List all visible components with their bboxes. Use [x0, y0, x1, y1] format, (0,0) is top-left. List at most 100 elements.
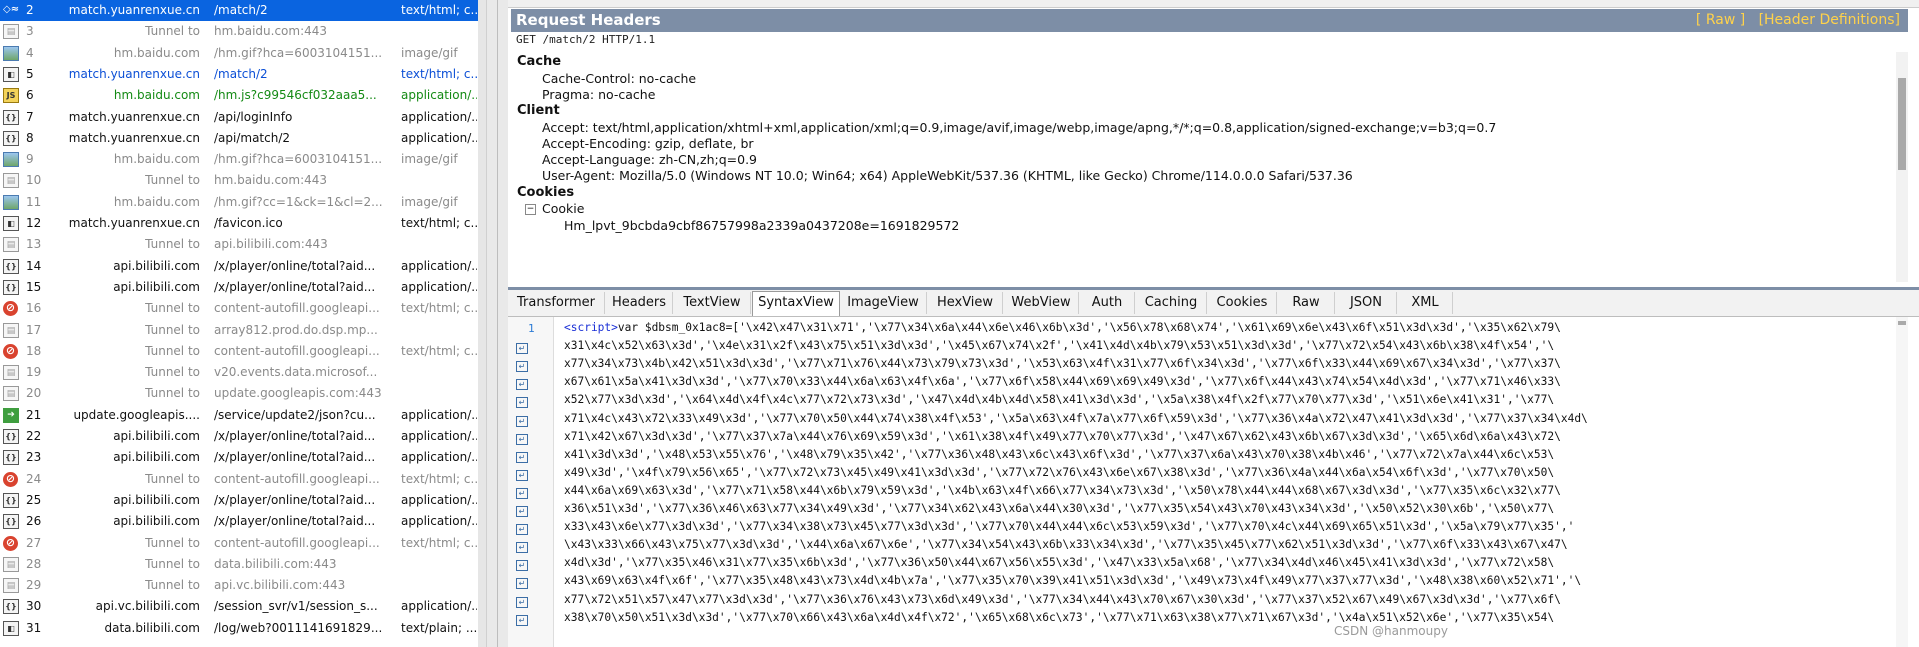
- session-row[interactable]: 11 hm.baidu.com/hm.gif?cc=1&ck=1&cl=2... i…: [0, 192, 478, 213]
- session-row[interactable]: {} 8 match.yuanrenxue.cn/api/match/2 applic…: [0, 128, 478, 149]
- tab-caching[interactable]: Caching: [1136, 292, 1207, 314]
- line-number: 1: [528, 322, 535, 335]
- scrollbar-thumb[interactable]: [1898, 78, 1906, 170]
- session-row[interactable]: ▤ 29 Tunnel to api.vc.bilibili.com:443: [0, 575, 478, 596]
- session-row[interactable]: {} 23 api.bilibili.com/x/player/online/tot…: [0, 447, 478, 468]
- header-user-agent[interactable]: User-Agent: Mozilla/5.0 (Windows NT 10.0…: [542, 168, 1353, 183]
- blocked-icon: ⊘: [3, 535, 18, 551]
- syntax-view[interactable]: 1 ↵ ↵ ↵ ↵ ↵ ↵ ↵ ↵ ↵ ↵ ↵ ↵ ↵ ↵ ↵ ↵ <script>var $dbsm_0x1…: [508, 317, 1919, 647]
- code-text: x41\x3d\x3d','\x48\x53\x55\x76','\x48\x7…: [564, 447, 1555, 461]
- session-row[interactable]: ▤ 13 Tunnel to api.bilibili.com:443: [0, 234, 478, 255]
- tab-syntaxview[interactable]: SyntaxView: [752, 291, 840, 316]
- session-list[interactable]: ◇≈ 2 match.yuanrenxue.cn/match/2 text/html;…: [0, 0, 486, 647]
- tab-webview[interactable]: WebView: [1004, 292, 1079, 314]
- collapse-toggle-icon[interactable]: −: [525, 204, 536, 215]
- code-text: x36\x51\x3d','\x77\x36\x46\x63\x77\x34\x…: [564, 502, 1555, 515]
- code-scrollbar-thumb[interactable]: [1898, 321, 1906, 325]
- session-type: text/html; c...: [401, 216, 477, 230]
- session-row[interactable]: {} 15 api.bilibili.com/x/player/online/tot…: [0, 277, 478, 298]
- cookie-value[interactable]: Hm_lpvt_9bcbda9cbf86757998a2339a0437208e…: [564, 218, 959, 233]
- session-row[interactable]: ▤ 20 Tunnel to update.googleapis.com:443: [0, 383, 478, 404]
- session-row[interactable]: ▤ 28 Tunnel to data.bilibili.com:443: [0, 554, 478, 575]
- tab-transformer[interactable]: Transformer: [508, 292, 605, 314]
- tab-raw[interactable]: Raw: [1278, 292, 1335, 314]
- session-host: Tunnel to: [145, 322, 200, 337]
- headers-scrollbar[interactable]: [1896, 52, 1908, 282]
- session-row[interactable]: ◧ 31 data.bilibili.com/log/web?00111416918…: [0, 618, 478, 639]
- header-cache-control[interactable]: Cache-Control: no-cache: [542, 71, 696, 86]
- session-host: match.yuanrenxue.cn: [68, 66, 200, 81]
- session-host: api.bilibili.com: [113, 450, 200, 465]
- session-row[interactable]: {} 26 api.bilibili.com/x/player/online/tot…: [0, 511, 478, 532]
- tab-cookies[interactable]: Cookies: [1208, 292, 1277, 314]
- session-row[interactable]: {} 30 api.vc.bilibili.com/session_svr/v1/s…: [0, 596, 478, 617]
- code-scrollbar[interactable]: [1896, 317, 1908, 647]
- session-row[interactable]: 9 hm.baidu.com/hm.gif?hca=6003104151... im…: [0, 149, 478, 170]
- watermark: CSDN @hanmoupy: [1334, 624, 1448, 638]
- session-row[interactable]: {} 14 api.bilibili.com/x/player/online/tot…: [0, 256, 478, 277]
- session-host: api.bilibili.com: [113, 492, 200, 507]
- session-url: /x/player/online/total?aid...: [214, 450, 376, 465]
- session-host: Tunnel to: [145, 386, 200, 401]
- session-row[interactable]: ▤ 17 Tunnel to array812.prod.do.dsp.mp...: [0, 320, 478, 341]
- code-line: x49\x3d','\x4f\x79\x56\x65','\x77\x72\x7…: [564, 466, 1554, 479]
- session-row[interactable]: ⊘ 24 Tunnel to content-autofill.googleapi..…: [0, 469, 478, 490]
- group-cache[interactable]: Cache: [517, 54, 561, 69]
- session-row[interactable]: {} 22 api.bilibili.com/x/player/online/tot…: [0, 426, 478, 447]
- code-text: x71\x4c\x43\x72\x33\x49\x3d','\x77\x70\x…: [564, 411, 1588, 425]
- arrow-icon: ➔: [3, 407, 19, 423]
- word-wrap-icon: ↵: [516, 614, 528, 626]
- session-host: match.yuanrenxue.cn: [68, 109, 200, 124]
- session-row[interactable]: ◧ 5 match.yuanrenxue.cn/match/2 text/html; …: [0, 64, 478, 85]
- inspector-pane: Request Headers [ Raw ] [Header Definiti…: [508, 0, 1919, 647]
- json-icon: {}: [3, 492, 19, 508]
- json-icon: {}: [3, 599, 19, 615]
- pane-splitter[interactable]: [486, 0, 509, 647]
- session-url: content-autofill.googleapi...: [214, 301, 380, 316]
- session-list-scrollbar[interactable]: [478, 0, 486, 647]
- header-definitions-link[interactable]: [Header Definitions]: [1759, 12, 1900, 28]
- header-pragma[interactable]: Pragma: no-cache: [542, 87, 655, 102]
- session-row[interactable]: 4 hm.baidu.com/hm.gif?hca=6003104151... im…: [0, 43, 478, 64]
- session-url: /x/player/online/total?aid...: [214, 514, 376, 529]
- session-host: Tunnel to: [145, 535, 200, 550]
- word-wrap-icon: ↵: [516, 397, 528, 409]
- tab-imageview[interactable]: ImageView: [840, 292, 927, 314]
- code-text: x44\x6a\x69\x63\x3d','\x77\x71\x58\x44\x…: [564, 483, 1561, 497]
- session-row[interactable]: ◇≈ 2 match.yuanrenxue.cn/match/2 text/html;…: [0, 0, 478, 21]
- session-row[interactable]: ➔ 21 update.googleapis..../service/update2…: [0, 405, 478, 426]
- session-row[interactable]: ▤ 3 Tunnel to hm.baidu.com:443: [0, 21, 478, 42]
- session-url: content-autofill.googleapi...: [214, 535, 380, 550]
- cookie-node[interactable]: − Cookie: [525, 201, 584, 216]
- header-accept[interactable]: Accept: text/html,application/xhtml+xml,…: [542, 120, 1496, 135]
- session-row[interactable]: {} 25 api.bilibili.com/x/player/online/tot…: [0, 490, 478, 511]
- session-host: match.yuanrenxue.cn: [68, 130, 200, 145]
- group-client[interactable]: Client: [517, 103, 560, 118]
- session-host: Tunnel to: [145, 365, 200, 380]
- tab-json[interactable]: JSON: [1336, 292, 1397, 314]
- session-row[interactable]: ⊘ 16 Tunnel to content-autofill.googleapi..…: [0, 298, 478, 319]
- splitter-line: [497, 0, 498, 647]
- header-accept-encoding[interactable]: Accept-Encoding: gzip, deflate, br: [542, 136, 754, 151]
- session-row[interactable]: ▤ 10 Tunnel to hm.baidu.com:443: [0, 170, 478, 191]
- tab-auth[interactable]: Auth: [1080, 292, 1135, 314]
- raw-link[interactable]: [ Raw ]: [1696, 12, 1745, 28]
- tab-textview[interactable]: TextView: [674, 292, 751, 314]
- session-row[interactable]: {} 7 match.yuanrenxue.cn/api/loginInfo appl…: [0, 107, 478, 128]
- tab-xml[interactable]: XML: [1398, 292, 1453, 314]
- session-url: /x/player/online/total?aid...: [214, 258, 376, 273]
- session-url: /session_svr/v1/session_s...: [214, 599, 378, 614]
- session-type: application/...: [401, 279, 477, 294]
- session-row[interactable]: JS 6 hm.baidu.com/hm.js?c99546cf032aaa5...…: [0, 85, 478, 106]
- tab-headers[interactable]: Headers: [606, 292, 673, 314]
- header-accept-language[interactable]: Accept-Language: zh-CN,zh;q=0.9: [542, 152, 757, 167]
- group-cookies[interactable]: Cookies: [517, 185, 574, 200]
- session-row[interactable]: ▤ 19 Tunnel to v20.events.data.microsof...: [0, 362, 478, 383]
- tab-hexview[interactable]: HexView: [928, 292, 1003, 314]
- word-wrap-icon: ↵: [516, 415, 528, 427]
- session-url: array812.prod.do.dsp.mp...: [214, 322, 378, 337]
- session-row[interactable]: ◧ 12 match.yuanrenxue.cn/favicon.ico text/h…: [0, 213, 478, 234]
- session-row[interactable]: ⊘ 18 Tunnel to content-autofill.googleapi..…: [0, 341, 478, 362]
- session-row[interactable]: ⊘ 27 Tunnel to content-autofill.googleapi..…: [0, 533, 478, 554]
- word-wrap-icon: ↵: [516, 433, 528, 445]
